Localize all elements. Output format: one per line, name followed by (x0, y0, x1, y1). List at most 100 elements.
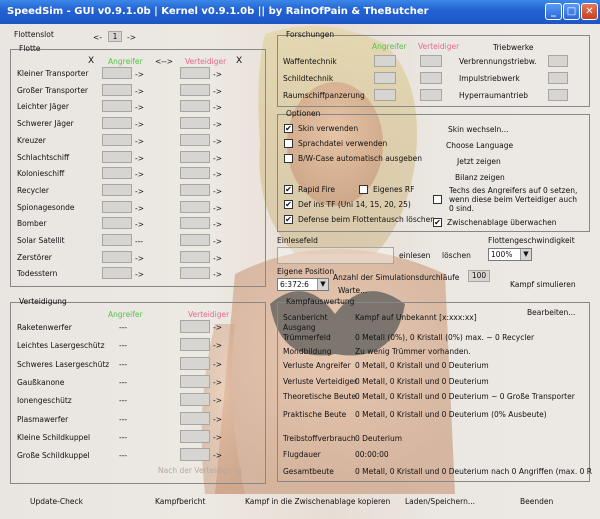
bottom-button[interactable]: Beenden (520, 497, 553, 506)
clear-import-button[interactable]: löschen (442, 251, 471, 260)
research-defender-input[interactable] (420, 72, 442, 84)
research-defender-input[interactable] (420, 55, 442, 67)
fleet-slot-prev-button[interactable]: <- (93, 33, 102, 42)
fleet-attacker-input[interactable] (102, 167, 132, 180)
fleet-row-copy-button[interactable]: -> (135, 70, 144, 79)
fleet-row-copy-button[interactable]: -> (135, 137, 144, 146)
fleet-attacker-input[interactable] (102, 183, 132, 196)
change-skin-button[interactable]: Skin wechseln... (448, 125, 508, 134)
drive-input[interactable] (548, 55, 568, 67)
own-position-select[interactable]: 6:372:6 ▼ (277, 278, 329, 291)
fleet-attacker-input[interactable] (102, 250, 132, 263)
fleet-row-arrow[interactable]: -> (213, 254, 222, 263)
fleet-attacker-input[interactable] (102, 117, 132, 130)
research-attacker-input[interactable] (374, 72, 396, 84)
option-checkbox[interactable]: ✔ (284, 200, 293, 209)
edit-button[interactable]: Bearbeiten... (527, 308, 575, 317)
fleet-defender-input[interactable] (180, 117, 210, 130)
research-defender-input[interactable] (420, 89, 442, 101)
fleet-defender-input[interactable] (180, 150, 210, 163)
defense-row-arrow[interactable]: -> (213, 378, 222, 387)
research-attacker-input[interactable] (374, 89, 396, 101)
bottom-button[interactable]: Laden/Speichern... (405, 497, 475, 506)
fleet-row-arrow[interactable]: -> (213, 137, 222, 146)
choose-language-button[interactable]: Choose Language (446, 141, 513, 150)
defense-defender-input[interactable] (180, 411, 210, 425)
fleet-attacker-input[interactable] (102, 200, 132, 213)
defense-row-arrow[interactable]: -> (213, 341, 222, 350)
defense-defender-input[interactable] (180, 356, 210, 370)
fleet-attacker-input[interactable] (102, 133, 132, 146)
defense-defender-input[interactable] (180, 374, 210, 388)
option-checkbox[interactable] (284, 139, 293, 148)
option-checkbox[interactable]: ✔ (284, 124, 293, 133)
fleet-defender-input[interactable] (180, 183, 210, 196)
fleet-swap-button[interactable]: <--> (155, 57, 173, 66)
defense-defender-input[interactable] (180, 448, 210, 462)
fleet-attacker-input[interactable] (102, 234, 132, 246)
defense-defender-input[interactable] (180, 429, 210, 443)
fleet-speed-select[interactable]: 100% ▼ (488, 248, 532, 261)
fleet-row-arrow[interactable]: -> (213, 220, 222, 229)
fleet-slot-value[interactable]: 1 (108, 31, 122, 42)
drive-input[interactable] (548, 72, 568, 84)
fleet-row-arrow[interactable]: -> (213, 170, 222, 179)
bottom-button[interactable]: Kampfbericht (155, 497, 205, 506)
simulate-button[interactable]: Kampf simulieren (510, 280, 576, 289)
fleet-row-arrow[interactable]: -> (213, 87, 222, 96)
fleet-row-arrow[interactable]: -> (213, 154, 222, 163)
defense-row-arrow[interactable]: -> (213, 360, 222, 369)
clipboard-monitor-checkbox[interactable]: ✔ (433, 218, 442, 227)
defense-defender-input[interactable] (180, 320, 210, 333)
fleet-row-arrow[interactable]: -> (213, 120, 222, 129)
fleet-defender-input[interactable] (180, 167, 210, 180)
fleet-row-copy-button[interactable]: -> (135, 254, 144, 263)
fleet-defender-input[interactable] (180, 234, 210, 246)
fleet-row-copy-button[interactable]: -> (135, 204, 144, 213)
import-textarea[interactable] (277, 247, 394, 264)
fleet-row-copy-button[interactable]: -> (135, 154, 144, 163)
techs-zero-checkbox[interactable] (433, 195, 442, 204)
read-in-button[interactable]: einlesen (399, 251, 430, 260)
defense-row-arrow[interactable]: -> (213, 323, 222, 332)
show-now-button[interactable]: Jetzt zeigen (457, 157, 501, 166)
fleet-defender-input[interactable] (180, 83, 210, 96)
option-checkbox[interactable]: ✔ (284, 215, 293, 224)
fleet-row-copy-button[interactable]: -> (135, 170, 144, 179)
fleet-defender-input[interactable] (180, 217, 210, 230)
fleet-defender-input[interactable] (180, 67, 210, 79)
maximize-button[interactable]: □ (563, 3, 580, 20)
fleet-row-arrow[interactable]: -> (213, 270, 222, 279)
fleet-defender-input[interactable] (180, 200, 210, 213)
fleet-row-copy-button[interactable]: -> (135, 103, 144, 112)
option-checkbox[interactable]: ✔ (284, 185, 293, 194)
close-button[interactable]: ✕ (581, 3, 598, 20)
fleet-attacker-input[interactable] (102, 217, 132, 230)
drive-input[interactable] (548, 89, 568, 101)
fleet-row-arrow[interactable]: -> (213, 70, 222, 79)
option-checkbox[interactable] (359, 185, 368, 194)
fleet-row-copy-button[interactable]: --- (135, 237, 143, 246)
defense-row-arrow[interactable]: -> (213, 396, 222, 405)
fleet-row-arrow[interactable]: -> (213, 237, 222, 246)
defense-defender-input[interactable] (180, 338, 210, 352)
fleet-row-copy-button[interactable]: -> (135, 120, 144, 129)
bottom-button[interactable]: Kampf in die Zwischenablage kopieren (245, 497, 390, 506)
fleet-defender-input[interactable] (180, 250, 210, 263)
fleet-row-copy-button[interactable]: -> (135, 220, 144, 229)
fleet-defender-input[interactable] (180, 133, 210, 146)
fleet-row-copy-button[interactable]: -> (135, 270, 144, 279)
fleet-row-arrow[interactable]: -> (213, 187, 222, 196)
fleet-clear-attacker-button[interactable]: X (88, 56, 94, 66)
research-attacker-input[interactable] (374, 55, 396, 67)
fleet-row-arrow[interactable]: -> (213, 204, 222, 213)
fleet-attacker-input[interactable] (102, 67, 132, 79)
fleet-attacker-input[interactable] (102, 100, 132, 113)
defense-row-arrow[interactable]: -> (213, 451, 222, 460)
fleet-row-copy-button[interactable]: -> (135, 87, 144, 96)
defense-defender-input[interactable] (180, 393, 210, 407)
defense-row-arrow[interactable]: -> (213, 415, 222, 424)
fleet-attacker-input[interactable] (102, 150, 132, 163)
fleet-row-copy-button[interactable]: -> (135, 187, 144, 196)
runs-input[interactable]: 100 (468, 270, 490, 282)
